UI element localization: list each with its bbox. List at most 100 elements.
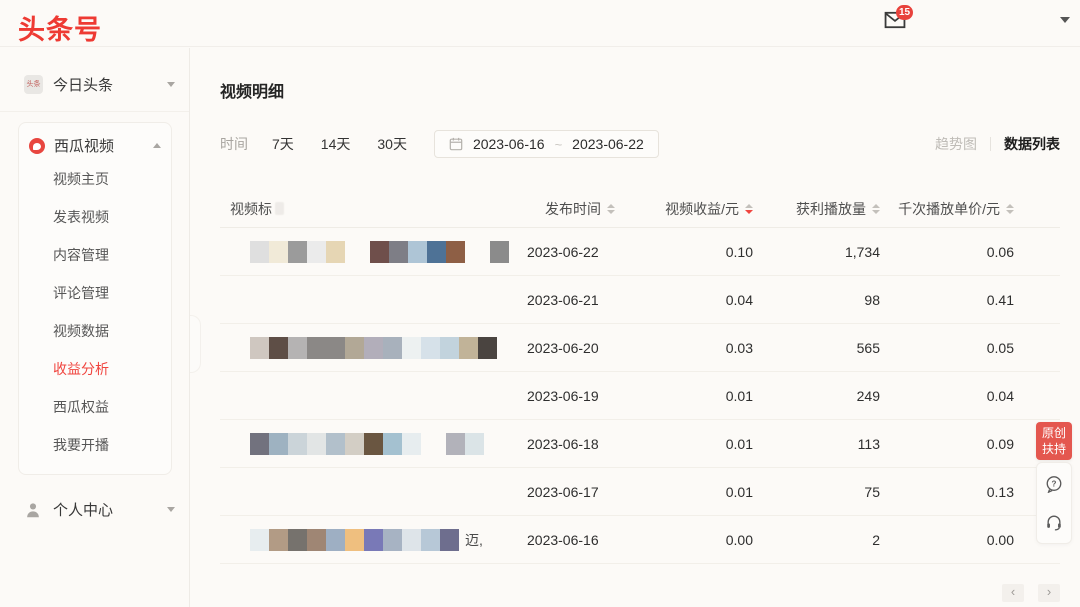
cell-date: 2023-06-21 [527, 292, 640, 308]
column-header-3[interactable]: 获利播放量 [753, 199, 880, 219]
sidebar-item-personal-center[interactable]: 个人中心 [24, 499, 175, 520]
floating-help-card: ? [1036, 462, 1072, 544]
table-row: 2023-06-180.011130.09 [220, 420, 1060, 468]
sidebar-item-label: 西瓜视频 [54, 135, 153, 156]
table-header-row: 视频标 发布时间 视频收益/元 获利播放量 千次播放单价/元 [220, 190, 1060, 228]
cell-plays: 2 [753, 532, 880, 548]
cell-revenue: 0.10 [640, 244, 753, 260]
cell-cpm: 0.41 [880, 292, 1060, 308]
sidebar-item-评论管理[interactable]: 评论管理 [19, 274, 171, 312]
mosaic-group [250, 241, 345, 263]
censored-text-block [275, 202, 284, 215]
video-detail-table: 视频标 发布时间 视频收益/元 获利播放量 千次播放单价/元 2023-06-220.1… [220, 190, 1060, 564]
mosaic-group [370, 241, 465, 263]
column-label: 获利播放量 [796, 199, 866, 219]
chevron-up-icon [153, 143, 161, 148]
column-header-1[interactable]: 发布时间 [527, 199, 640, 219]
help-icon[interactable]: ? [1045, 475, 1063, 493]
table-row: 2023-06-220.101,7340.06 [220, 228, 1060, 276]
date-range-start: 2023-06-16 [473, 136, 545, 152]
cell-revenue: 0.01 [640, 436, 753, 452]
cell-date: 2023-06-16 [527, 532, 640, 548]
toutiaohao-logo: 头条号 [18, 8, 102, 47]
range-14d-button[interactable]: 14天 [321, 134, 351, 154]
mail-button[interactable]: 15 [884, 11, 910, 33]
sort-icon[interactable] [745, 204, 753, 214]
xigua-video-icon [29, 138, 45, 154]
sidebar-item-视频数据[interactable]: 视频数据 [19, 312, 171, 350]
cell-cpm: 0.04 [880, 388, 1060, 404]
sort-icon[interactable] [607, 204, 615, 214]
top-bar: 头条号 15 [0, 0, 1080, 47]
person-icon [24, 501, 42, 519]
filter-bar: 时间 7天 14天 30天 2023-06-16 ~ 2023-06-22 趋势… [220, 130, 1060, 158]
cell-cpm: 0.05 [880, 340, 1060, 356]
original-support-badge[interactable]: 原创 扶持 [1036, 422, 1072, 460]
sidebar-item-收益分析[interactable]: 收益分析 [19, 350, 171, 388]
cell-plays: 249 [753, 388, 880, 404]
sidebar-item-内容管理[interactable]: 内容管理 [19, 236, 171, 274]
cell-revenue: 0.03 [640, 340, 753, 356]
cell-cpm: 0.13 [880, 484, 1060, 500]
mosaic-group [250, 433, 421, 455]
chevron-down-icon [167, 507, 175, 512]
cell-revenue: 0.01 [640, 388, 753, 404]
video-title-cell: 迈, [220, 529, 527, 551]
cell-cpm: 0.06 [880, 244, 1060, 260]
range-30d-button[interactable]: 30天 [377, 134, 407, 154]
cell-date: 2023-06-20 [527, 340, 640, 356]
cell-revenue: 0.01 [640, 484, 753, 500]
floating-toolbar: 原创 扶持 ? [1036, 422, 1072, 544]
prev-page-button[interactable]: ‹ [1002, 584, 1024, 602]
table-row: 2023-06-210.04980.41 [220, 276, 1060, 324]
column-header-4[interactable]: 千次播放单价/元 [880, 199, 1060, 219]
sidebar: 头条 今日头条 西瓜视频 视频主页发表视频内容管理评论管理视频数据收益分析西瓜权… [0, 48, 190, 607]
censored-title-mosaic [250, 337, 497, 359]
sidebar-item-xigua-video[interactable]: 西瓜视频 [19, 135, 171, 160]
cell-plays: 565 [753, 340, 880, 356]
next-page-button[interactable]: › [1038, 584, 1060, 602]
sidebar-item-发表视频[interactable]: 发表视频 [19, 198, 171, 236]
toutiao-app-icon: 头条 [24, 75, 43, 94]
toggle-divider [990, 137, 991, 151]
column-label: 视频标 [230, 199, 272, 219]
cell-plays: 98 [753, 292, 880, 308]
tab-trend-chart[interactable]: 趋势图 [935, 134, 977, 154]
mosaic-group [250, 337, 497, 359]
date-range-end: 2023-06-22 [572, 136, 644, 152]
sidebar-item-label: 个人中心 [53, 499, 167, 520]
svg-text:?: ? [1052, 480, 1057, 489]
column-label: 视频收益/元 [665, 199, 739, 219]
cell-date: 2023-06-17 [527, 484, 640, 500]
sort-icon[interactable] [1006, 204, 1014, 214]
pagination: ‹ › [190, 584, 1060, 602]
video-title-cell [220, 241, 527, 263]
date-range-separator: ~ [555, 137, 563, 152]
account-menu-chevron-icon[interactable] [1060, 17, 1070, 23]
cell-revenue: 0.00 [640, 532, 753, 548]
sidebar-item-视频主页[interactable]: 视频主页 [19, 160, 171, 198]
sidebar-item-toutiao[interactable]: 头条 今日头条 [24, 74, 175, 95]
sidebar-item-西瓜权益[interactable]: 西瓜权益 [19, 388, 171, 426]
tab-data-list[interactable]: 数据列表 [1004, 134, 1060, 154]
sidebar-item-label: 今日头条 [53, 74, 167, 95]
range-7d-button[interactable]: 7天 [272, 134, 294, 154]
xigua-submenu: 视频主页发表视频内容管理评论管理视频数据收益分析西瓜权益我要开播 [19, 160, 171, 464]
column-header-2[interactable]: 视频收益/元 [640, 199, 753, 219]
column-label: 千次播放单价/元 [898, 199, 1000, 219]
xigua-menu-card: 西瓜视频 视频主页发表视频内容管理评论管理视频数据收益分析西瓜权益我要开播 [18, 122, 172, 475]
date-range-picker[interactable]: 2023-06-16 ~ 2023-06-22 [434, 130, 659, 158]
cell-cpm: 0.09 [880, 436, 1060, 452]
table-row: 2023-06-200.035650.05 [220, 324, 1060, 372]
sort-icon[interactable] [872, 204, 880, 214]
video-title-cell [220, 433, 527, 455]
page-title: 视频明细 [220, 78, 1080, 102]
headset-icon[interactable] [1045, 513, 1063, 531]
censored-title-mosaic [250, 433, 484, 455]
censored-title-mosaic [250, 241, 509, 263]
cell-date: 2023-06-19 [527, 388, 640, 404]
mosaic-group [490, 241, 509, 263]
title-text-fragment: 迈, [465, 530, 483, 550]
sidebar-item-我要开播[interactable]: 我要开播 [19, 426, 171, 464]
cell-revenue: 0.04 [640, 292, 753, 308]
